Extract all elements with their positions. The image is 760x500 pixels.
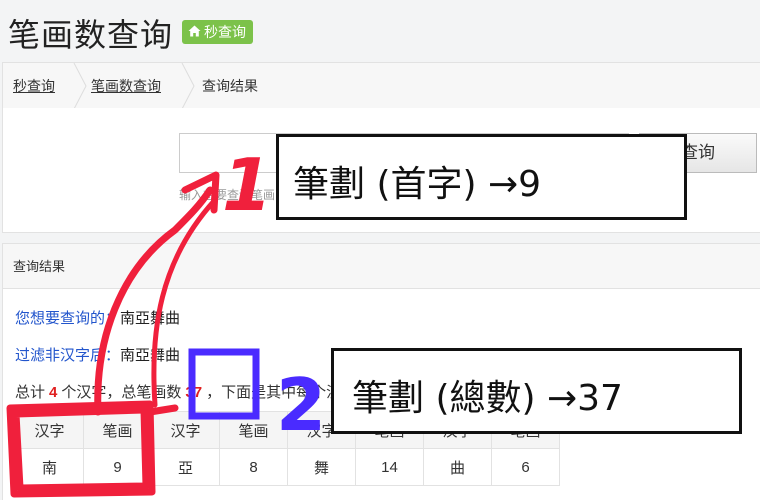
number-one: 1 xyxy=(222,143,272,227)
red-arrow-line xyxy=(151,197,218,408)
red-connector-line xyxy=(146,404,179,416)
annotation-box-2-text: 筆劃 (總數) →37 xyxy=(352,378,623,419)
annotation-box-first-char: 筆劃 (首字) →9 xyxy=(276,134,687,220)
blue-box xyxy=(188,348,260,420)
annotation-box-total: 筆劃 (總數) →37 xyxy=(331,348,742,434)
red-box xyxy=(6,400,156,498)
number-two: 2 xyxy=(276,363,326,447)
annotation-box-1-text: 筆劃 (首字) →9 xyxy=(293,164,542,205)
